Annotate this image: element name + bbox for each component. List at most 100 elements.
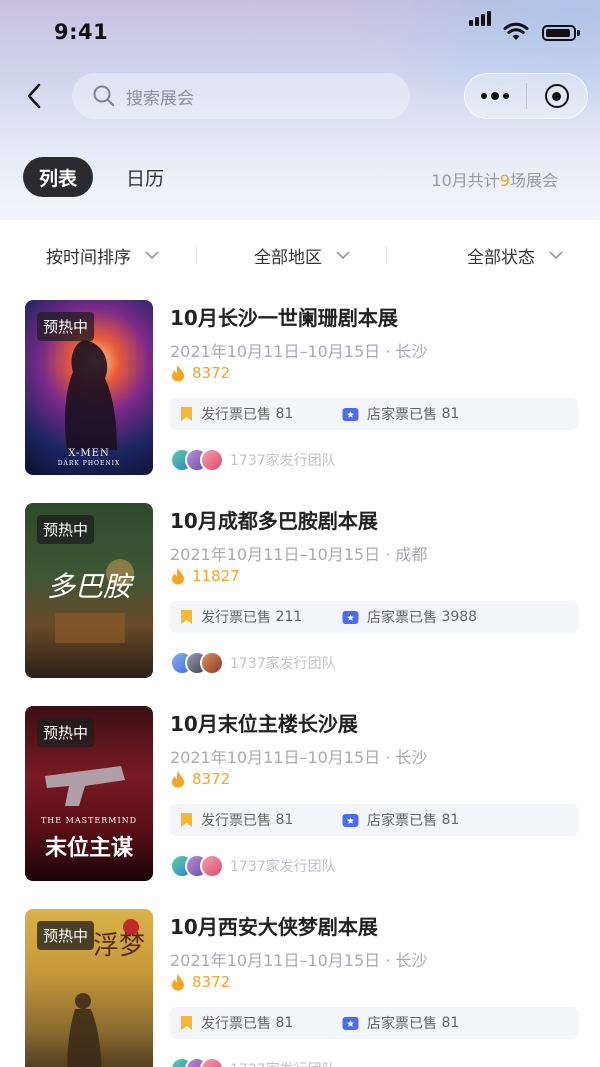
store-sold-count: 3988: [441, 609, 478, 625]
event-card[interactable]: 预热中 X-MEN DARK PHOENIX 10月长沙一世阑珊剧本展 2021…: [0, 300, 600, 478]
chevron-left-icon: [27, 83, 41, 109]
back-button[interactable]: [16, 78, 52, 114]
event-title: 10月西安大侠梦剧本展: [170, 915, 378, 939]
view-tabs: 列表 日历 10月共计9场展会: [0, 155, 600, 199]
heat-count: 11827: [192, 567, 240, 585]
more-button[interactable]: [465, 73, 526, 119]
bookmark-icon: [181, 813, 192, 827]
publisher-ticket-sold: 发行票已售 81: [180, 1007, 293, 1039]
filter-divider: [196, 246, 197, 264]
store-ticket-sold: 店家票已售 81: [342, 1007, 459, 1039]
miniprogram-capsule: [464, 73, 588, 119]
publisher-ticket-sold: 发行票已售 211: [180, 601, 302, 633]
search-input[interactable]: 搜索展会: [72, 73, 410, 119]
event-title: 10月长沙一世阑珊剧本展: [170, 306, 398, 330]
publisher-sold-label: 发行票已售: [201, 813, 271, 829]
store-sold-label: 店家票已售: [367, 610, 437, 626]
store-sold-label: 店家票已售: [367, 407, 437, 423]
summary-suffix: 场展会: [509, 171, 558, 190]
close-miniprogram-button[interactable]: [526, 73, 587, 119]
poster-subcaption: DARK PHOENIX: [57, 460, 121, 467]
tab-calendar[interactable]: 日历: [110, 157, 180, 197]
event-poster: 预热中 多巴胺: [25, 503, 153, 678]
summary-prefix: 10月共计: [431, 171, 500, 190]
event-heat: 8372: [170, 973, 230, 991]
event-card[interactable]: 预热中 多巴胺 10月成都多巴胺剧本展 2021年10月11日–10月15日 ·…: [0, 503, 600, 681]
filter-region[interactable]: 全部地区: [254, 232, 350, 278]
bookmark-icon: [181, 407, 192, 421]
store-ticket-sold: 店家票已售 3988: [342, 601, 477, 633]
more-dots-icon: [481, 92, 510, 100]
store-sold-count: 81: [441, 1015, 460, 1031]
publisher-sold-label: 发行票已售: [201, 407, 271, 423]
poster-caption: 多巴胺: [46, 570, 131, 603]
bookmark-icon: [181, 610, 192, 624]
event-card[interactable]: 预热中 浮梦 10月西安大侠梦剧本展 2021年10月11日–10月15日 · …: [0, 909, 600, 1067]
avatar: [200, 651, 224, 675]
publisher-sold-label: 发行票已售: [201, 1016, 271, 1032]
ticket-icon: [342, 1016, 359, 1030]
event-heat: 8372: [170, 364, 230, 382]
chevron-down-icon: [549, 251, 563, 259]
avatar-group: [170, 1057, 228, 1067]
filter-status-label: 全部状态: [467, 247, 535, 268]
publisher-teams: 1737家发行团队: [170, 651, 336, 675]
filter-status[interactable]: 全部状态: [467, 232, 563, 278]
store-sold-label: 店家票已售: [367, 813, 437, 829]
avatar: [200, 448, 224, 472]
avatar-group: [170, 651, 228, 675]
event-count-summary: 10月共计9场展会: [431, 167, 558, 191]
ticket-sales: 发行票已售 211 店家票已售 3988: [170, 601, 578, 633]
event-poster: 预热中 THE MASTERMIND 末位主谋: [25, 706, 153, 881]
ticket-sales: 发行票已售 81 店家票已售 81: [170, 398, 578, 430]
publisher-teams: 1737家发行团队: [170, 854, 336, 878]
publisher-sold-label: 发行票已售: [201, 610, 271, 626]
heat-count: 8372: [192, 770, 231, 788]
ticket-icon: [342, 813, 359, 827]
ticket-sales: 发行票已售 81 店家票已售 81: [170, 804, 578, 836]
ticket-icon: [342, 610, 359, 624]
publisher-teams: 1737家发行团队: [170, 448, 336, 472]
event-title: 10月末位主楼长沙展: [170, 712, 358, 736]
event-date-location: 2021年10月11日–10月15日 · 长沙: [170, 951, 428, 970]
target-icon: [544, 84, 569, 108]
flame-icon: [172, 568, 184, 585]
heat-count: 8372: [192, 973, 231, 991]
tab-list[interactable]: 列表: [23, 157, 93, 197]
event-poster: 预热中 X-MEN DARK PHOENIX: [25, 300, 153, 475]
team-count: 1737家发行团队: [230, 453, 336, 469]
summary-count: 9: [499, 171, 510, 190]
avatar: [200, 854, 224, 878]
event-title: 10月成都多巴胺剧本展: [170, 509, 378, 533]
avatar-group: [170, 854, 228, 878]
filter-sort[interactable]: 按时间排序: [46, 232, 159, 278]
publisher-sold-count: 81: [275, 406, 294, 422]
poster-caption: X-MEN: [68, 448, 110, 459]
poster-caption: 浮梦: [92, 931, 145, 961]
store-sold-count: 81: [441, 406, 460, 422]
publisher-sold-count: 81: [275, 812, 294, 828]
filter-divider: [386, 246, 387, 264]
event-card[interactable]: 预热中 THE MASTERMIND 末位主谋 10月末位主楼长沙展 2021年…: [0, 706, 600, 884]
flame-icon: [172, 365, 184, 382]
ticket-icon: [342, 407, 359, 421]
filter-region-label: 全部地区: [254, 247, 322, 268]
battery-icon: [542, 25, 580, 41]
event-poster: 预热中 浮梦: [25, 909, 153, 1067]
search-icon: [93, 85, 115, 107]
status-badge: 预热中: [37, 718, 95, 747]
heat-count: 8372: [192, 364, 231, 382]
store-ticket-sold: 店家票已售 81: [342, 804, 459, 836]
avatar-group: [170, 448, 228, 472]
status-bar: 9:41: [0, 0, 600, 66]
poster-caption: THE MASTERMIND: [40, 816, 138, 825]
event-date-location: 2021年10月11日–10月15日 · 成都: [170, 545, 428, 564]
chevron-down-icon: [145, 251, 159, 259]
ticket-sales: 发行票已售 81 店家票已售 81: [170, 1007, 578, 1039]
publisher-ticket-sold: 发行票已售 81: [180, 804, 293, 836]
store-sold-label: 店家票已售: [367, 1016, 437, 1032]
store-ticket-sold: 店家票已售 81: [342, 398, 459, 430]
team-count: 1737家发行团队: [230, 1059, 336, 1067]
publisher-sold-count: 81: [275, 1015, 294, 1031]
team-count: 1737家发行团队: [230, 656, 336, 672]
